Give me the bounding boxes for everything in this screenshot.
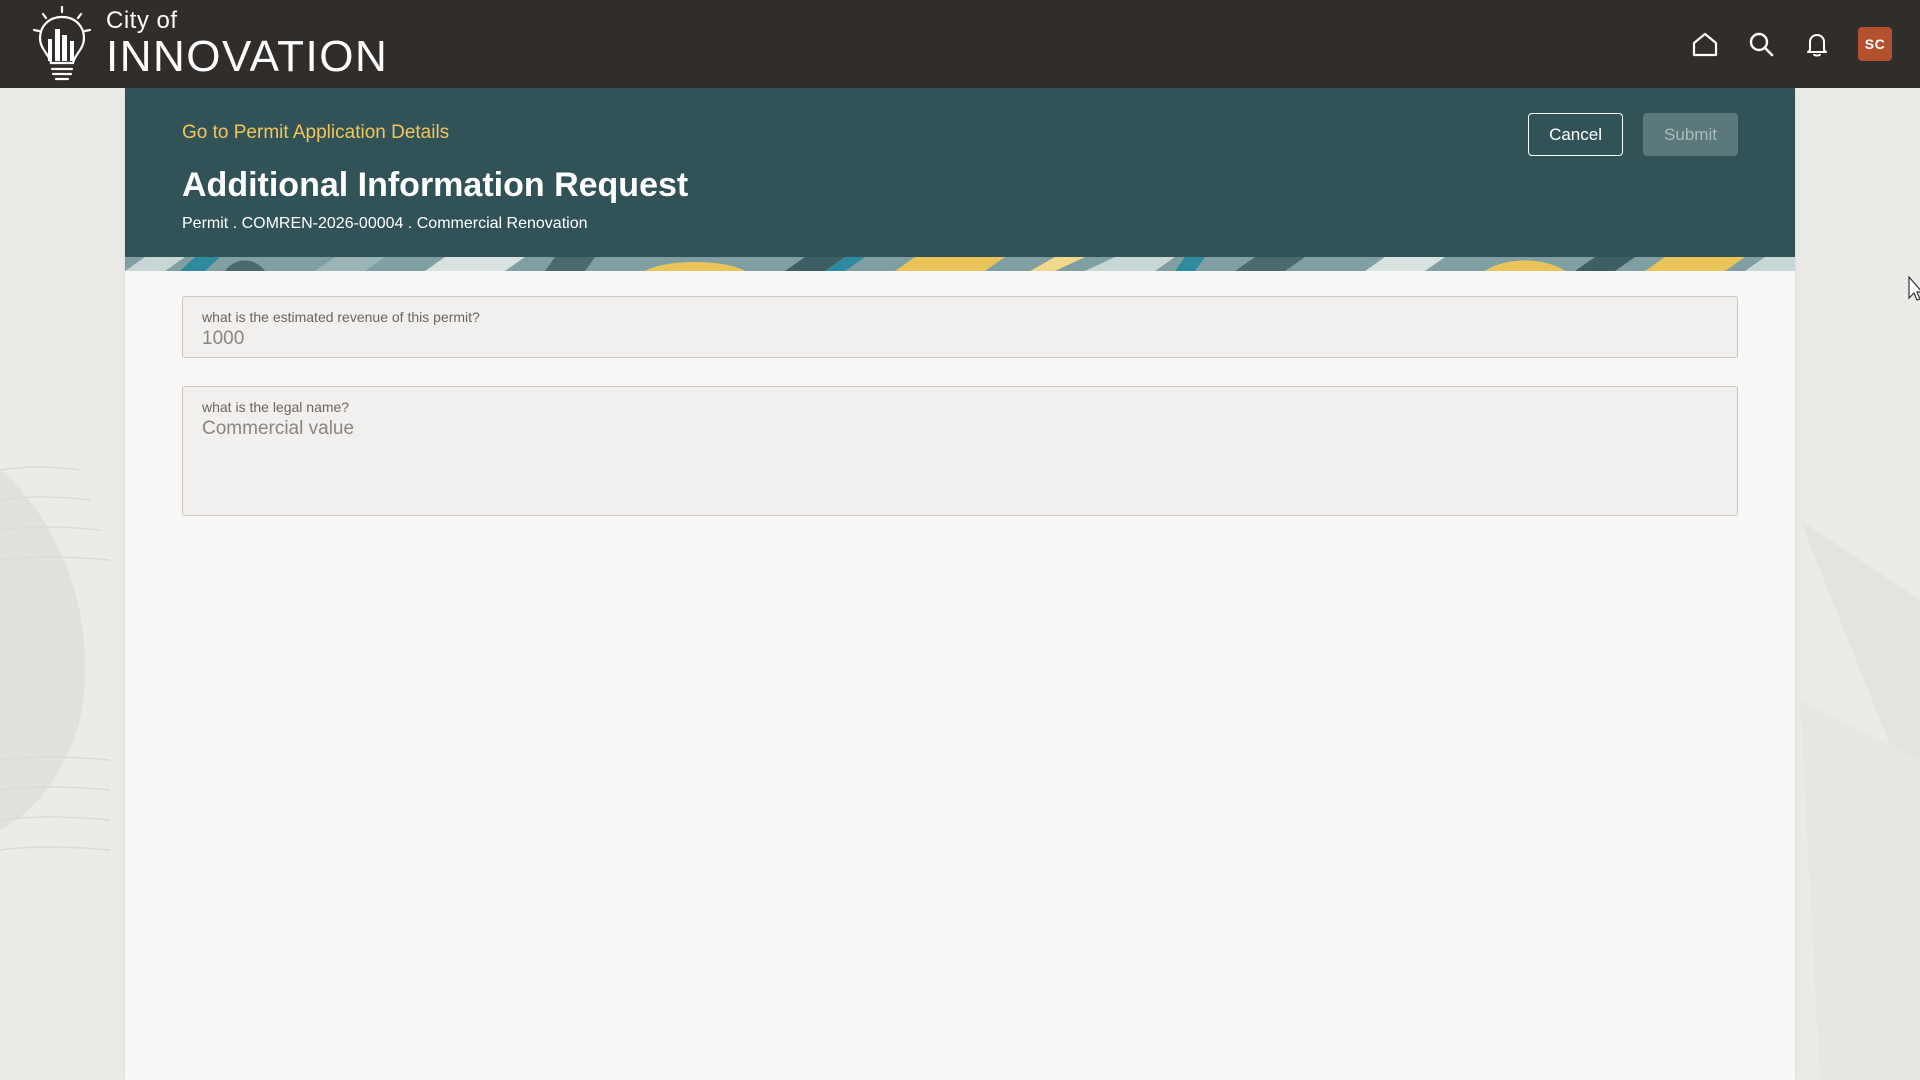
request-form: what is the estimated revenue of this pe… xyxy=(125,271,1795,516)
header-actions: Cancel Submit xyxy=(1528,113,1738,156)
cancel-button[interactable]: Cancel xyxy=(1528,113,1623,156)
permit-subtitle: Permit . COMREN-2026-00004 . Commercial … xyxy=(182,215,588,232)
top-navigation-bar: City of INNOVATION SC xyxy=(0,0,1920,88)
home-button[interactable] xyxy=(1690,29,1720,59)
header-pattern xyxy=(125,257,1795,271)
search-button[interactable] xyxy=(1746,29,1776,59)
top-actions: SC xyxy=(1690,27,1892,61)
city-logo[interactable]: City of INNOVATION xyxy=(28,0,388,88)
page-header: Go to Permit Application Details Additio… xyxy=(125,88,1795,271)
search-icon xyxy=(1749,32,1774,57)
header-content: Go to Permit Application Details Additio… xyxy=(182,122,688,233)
legal-name-textarea[interactable]: Commercial value xyxy=(202,418,1718,508)
submit-button[interactable]: Submit xyxy=(1643,113,1738,156)
permit-details-link[interactable]: Go to Permit Application Details xyxy=(182,122,449,144)
home-icon xyxy=(1692,32,1718,57)
bell-icon xyxy=(1807,34,1827,57)
logo-big-text: INNOVATION xyxy=(106,32,389,81)
revenue-input[interactable]: 1000 xyxy=(202,328,1718,350)
legal-name-field-label: what is the legal name? xyxy=(202,399,350,415)
revenue-field: what is the estimated revenue of this pe… xyxy=(182,296,1738,358)
request-card: Go to Permit Application Details Additio… xyxy=(125,88,1795,1080)
logo-small-text: City of xyxy=(106,7,178,34)
notifications-button[interactable] xyxy=(1802,29,1832,59)
revenue-field-label: what is the estimated revenue of this pe… xyxy=(202,309,480,325)
app-window: City of INNOVATION SC Go to Permit Appli… xyxy=(0,0,1920,1080)
user-avatar[interactable]: SC xyxy=(1858,27,1892,61)
bulb-logo-icon xyxy=(32,5,92,81)
logo-text: City of INNOVATION xyxy=(106,9,388,79)
page-title: Additional Information Request xyxy=(182,166,689,204)
legal-name-field: what is the legal name? Commercial value xyxy=(182,386,1738,516)
mouse-cursor-icon xyxy=(1908,276,1920,301)
